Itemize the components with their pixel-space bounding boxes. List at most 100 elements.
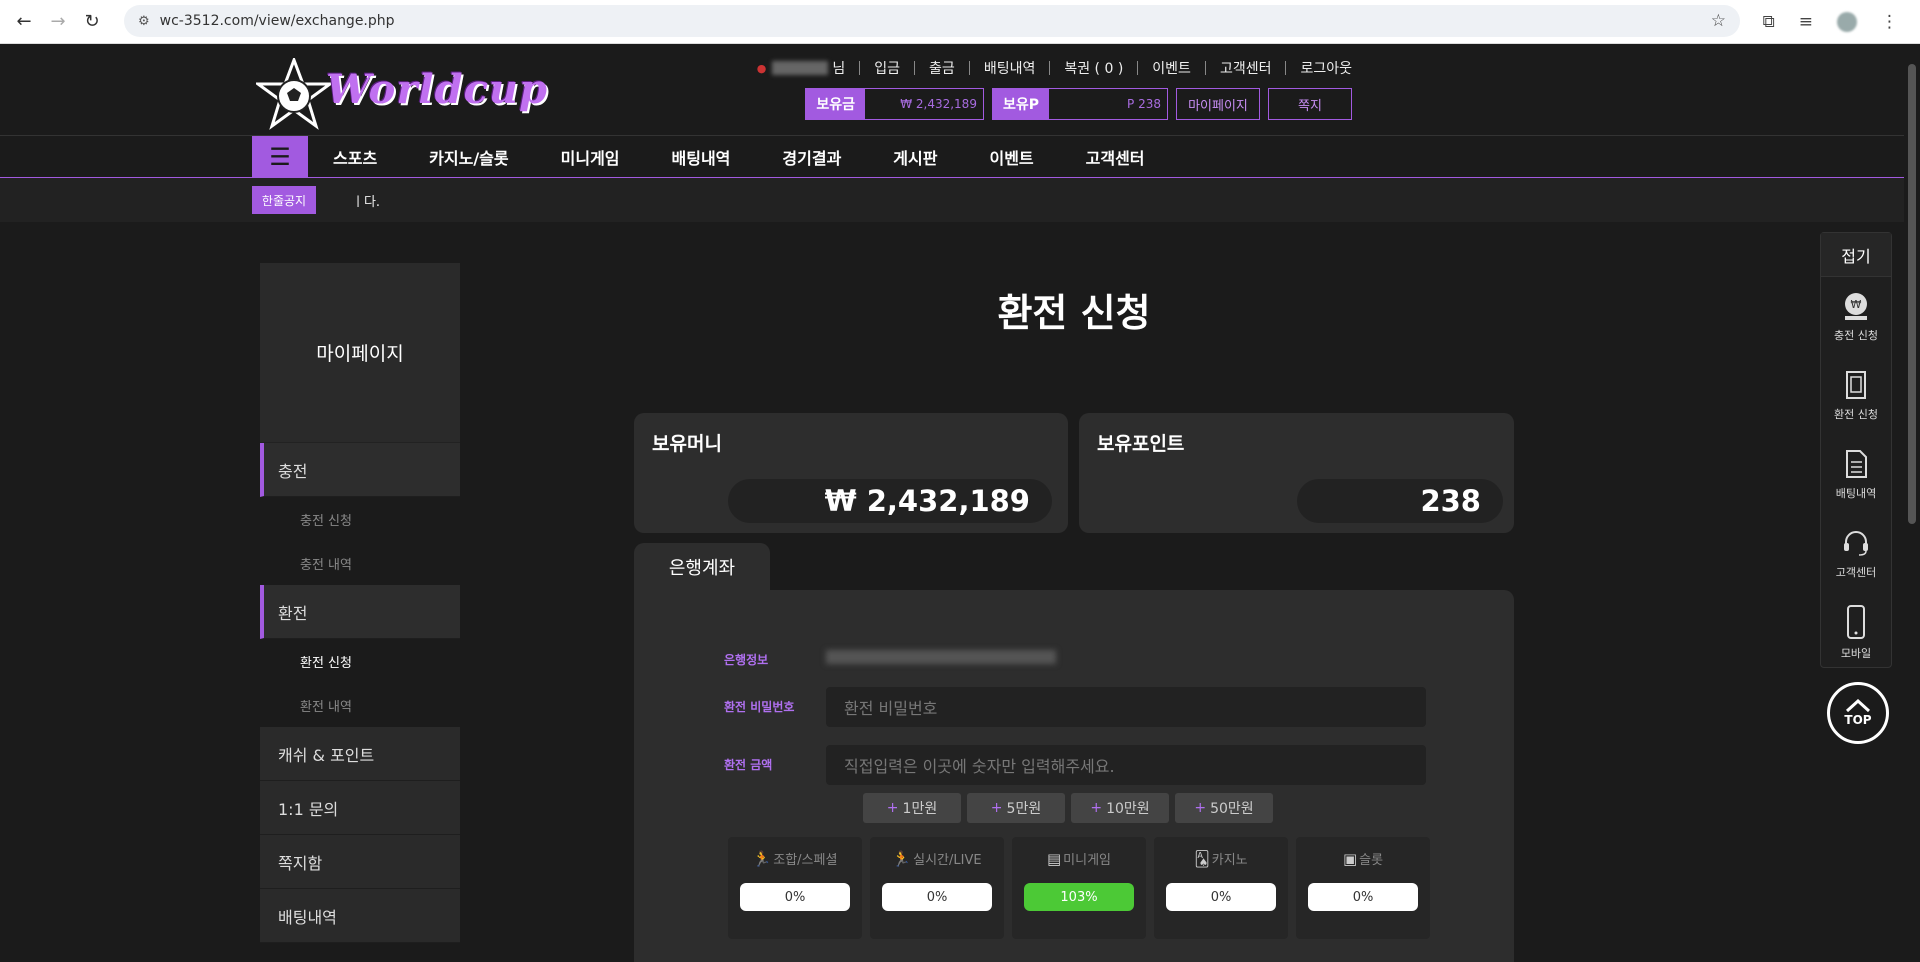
point-card-value: 238 [1297, 479, 1503, 523]
rolling-value: 0% [740, 883, 850, 911]
password-label: 환전 비밀번호 [724, 700, 795, 714]
menu-icon[interactable]: ⋮ [1881, 12, 1898, 32]
document-icon [1846, 449, 1867, 478]
profile-avatar[interactable] [1837, 12, 1857, 32]
sidebar-item-cash-point[interactable]: 캐쉬 & 포인트 [260, 727, 460, 781]
site-settings-icon[interactable]: ⚙ [138, 14, 150, 29]
rolling-value: 103% [1024, 883, 1134, 911]
user-icon: ● [756, 61, 767, 75]
tab-bank-account[interactable]: 은행계좌 [634, 543, 770, 591]
sidebar-sub-exchange-history[interactable]: 환전 내역 [260, 683, 460, 727]
point-label: 보유P [992, 89, 1049, 119]
nav-board[interactable]: 게시판 [893, 145, 937, 169]
link-support[interactable]: 고객센터 [1220, 58, 1272, 78]
slot-machine-icon: ▣ [1342, 850, 1358, 868]
rolling-value: 0% [882, 883, 992, 911]
quick-bet-history[interactable]: 배팅내역 [1821, 435, 1891, 514]
amount-label: 환전 금액 [724, 758, 773, 772]
exchange-form-panel: 은행정보 환전 비밀번호 환전 비밀번호 환전 금액 직접입력은 이곳에 숫자만… [634, 590, 1514, 962]
scrollbar-thumb[interactable] [1908, 64, 1916, 524]
mypage-sidebar: 마이페이지 충전 충전 신청 충전 내역 환전 환전 신청 환전 내역 캐쉬 &… [260, 263, 460, 943]
sidebar-item-bet-history[interactable]: 배팅내역 [260, 889, 460, 943]
bank-info-value [826, 650, 1056, 664]
nav-support[interactable]: 고객센터 [1086, 145, 1145, 169]
url-text: wc-3512.com/view/exchange.php [159, 13, 395, 29]
scroll-top-button[interactable]: TOP [1827, 682, 1889, 744]
note-button[interactable]: 쪽지 [1268, 88, 1352, 120]
page-scrollbar[interactable] [1904, 44, 1920, 962]
reload-icon[interactable]: ↻ [78, 8, 106, 36]
money-card-title: 보유머니 [652, 433, 722, 455]
link-withdraw[interactable]: 출금 [929, 58, 955, 78]
coin-icon: ₩ [1845, 292, 1867, 320]
quick-mobile[interactable]: 모바일 [1821, 593, 1891, 672]
sidebar-item-inquiry[interactable]: 1:1 문의 [260, 781, 460, 835]
add-50k-button[interactable]: +5만원 [967, 793, 1065, 823]
quick-menu: 접기 ₩ 충전 신청 환전 신청 배팅내역 고객센터 모바일 [1820, 232, 1892, 668]
add-50k-label: 5만원 [1006, 801, 1042, 817]
sidebar-sub-charge-history[interactable]: 충전 내역 [260, 541, 460, 585]
link-lottery[interactable]: 복권 ( 0 ) [1064, 58, 1123, 78]
exchange-password-input[interactable]: 환전 비밀번호 [826, 687, 1426, 727]
add-500k-button[interactable]: +50만원 [1175, 793, 1273, 823]
bank-info-label: 은행정보 [724, 653, 769, 667]
rolling-value: 0% [1308, 883, 1418, 911]
exchange-amount-input[interactable]: 직접입력은 이곳에 숫자만 입력해주세요. [826, 745, 1426, 785]
sidebar-item-exchange[interactable]: 환전 [260, 585, 460, 639]
money-box: 보유금 ₩ 2,432,189 [805, 88, 984, 120]
site-header: Worldcup ● 님 입금 출금 배팅내역 복권 ( 0 ) 이벤트 고객센… [0, 44, 1904, 136]
page-title: 환전 신청 [997, 291, 1151, 335]
mypage-button[interactable]: 마이페이지 [1176, 88, 1260, 120]
logo-star-ball-icon [253, 55, 335, 130]
main-nav: ☰ 스포츠 카지노/슬롯 미니게임 배팅내역 경기결과 게시판 이벤트 고객센터 [0, 136, 1904, 178]
nav-casino-slot[interactable]: 카지노/슬롯 [429, 145, 508, 169]
media-icon[interactable]: ≡ [1799, 12, 1813, 32]
headset-icon [1844, 530, 1868, 556]
rolling-label: 카지노 [1211, 853, 1248, 868]
address-bar[interactable]: ⚙ wc-3512.com/view/exchange.php ☆ [124, 5, 1740, 37]
sidebar-sub-charge-apply[interactable]: 충전 신청 [260, 497, 460, 541]
link-bet-history[interactable]: 배팅내역 [984, 58, 1036, 78]
link-logout[interactable]: 로그아웃 [1300, 58, 1352, 78]
money-value: ₩ 2,432,189 [900, 97, 977, 111]
nav-sports[interactable]: 스포츠 [333, 145, 377, 169]
sidebar-item-charge[interactable]: 충전 [260, 443, 460, 497]
site-logo[interactable]: Worldcup [253, 55, 547, 130]
link-deposit[interactable]: 입금 [874, 58, 900, 78]
quick-bet-history-label: 배팅내역 [1835, 486, 1877, 500]
hamburger-menu-icon[interactable]: ☰ [252, 136, 308, 177]
point-box: 보유P P 238 [991, 88, 1168, 120]
quick-menu-fold-button[interactable]: 접기 [1821, 233, 1891, 277]
sidebar-sub-exchange-apply[interactable]: 환전 신청 [260, 639, 460, 683]
sidebar-item-inbox[interactable]: 쪽지함 [260, 835, 460, 889]
bookmark-star-icon[interactable]: ☆ [1711, 11, 1726, 31]
wallet-row: 보유금 ₩ 2,432,189 보유P P 238 마이페이지 쪽지 [805, 88, 1352, 120]
logo-text: Worldcup [326, 66, 548, 113]
quick-support[interactable]: 고객센터 [1821, 514, 1891, 593]
scroll-top-label: TOP [1844, 713, 1872, 727]
add-100k-button[interactable]: +10만원 [1071, 793, 1169, 823]
nav-minigame[interactable]: 미니게임 [561, 145, 620, 169]
rolling-status-row: 🏃 조합/스페셜 0% 🏃 실시간/LIVE 0% ▤ 미니게임 103% 🂡 카지노 … [728, 837, 1430, 939]
money-card-value: ₩ 2,432,189 [728, 479, 1052, 523]
forward-icon[interactable]: → [44, 8, 72, 36]
quick-charge-label: 충전 신청 [1834, 328, 1878, 342]
link-event[interactable]: 이벤트 [1152, 58, 1191, 78]
money-card: 보유머니 ₩ 2,432,189 [634, 413, 1068, 533]
nav-results[interactable]: 경기결과 [782, 145, 841, 169]
browser-toolbar: ← → ↻ ⚙ wc-3512.com/view/exchange.php ☆ … [0, 0, 1920, 44]
svg-text:₩: ₩ [1851, 298, 1862, 311]
extensions-icon[interactable]: ⧉ [1763, 12, 1775, 32]
nav-event[interactable]: 이벤트 [989, 145, 1033, 169]
add-10k-button[interactable]: +1만원 [863, 793, 961, 823]
sidebar-title: 마이페이지 [260, 263, 460, 443]
add-500k-label: 50만원 [1210, 801, 1254, 817]
money-label: 보유금 [806, 89, 865, 119]
back-icon[interactable]: ← [10, 8, 38, 36]
rolling-label: 실시간/LIVE [913, 853, 982, 868]
quick-exchange-apply[interactable]: 환전 신청 [1821, 356, 1891, 435]
point-card: 보유포인트 238 [1079, 413, 1514, 533]
nav-bet-history[interactable]: 배팅내역 [672, 145, 731, 169]
atm-icon [1846, 370, 1866, 399]
quick-charge-apply[interactable]: ₩ 충전 신청 [1821, 277, 1891, 356]
